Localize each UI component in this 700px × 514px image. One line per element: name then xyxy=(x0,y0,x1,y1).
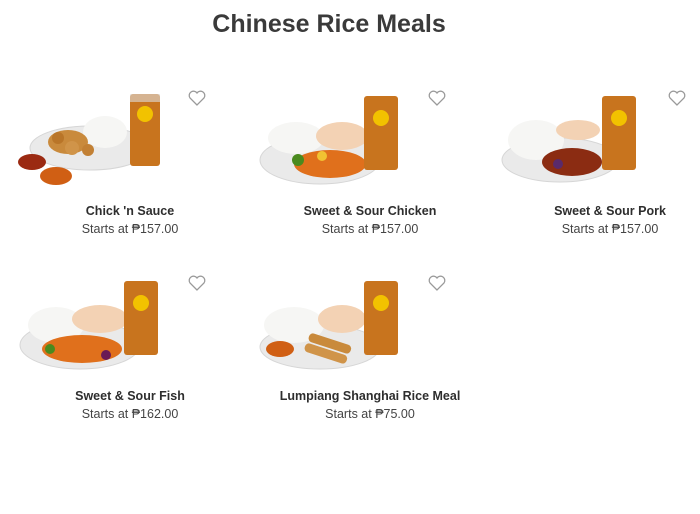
meal-image-chick-n-sauce[interactable] xyxy=(10,90,250,190)
page-title: Chinese Rice Meals xyxy=(212,10,446,38)
favorite-heart-icon[interactable] xyxy=(188,90,206,106)
meal-card-chick-n-sauce[interactable]: Chick 'n Sauce Starts at ₱157.00 xyxy=(10,90,250,250)
meal-card-sweet-sour-fish[interactable]: Sweet & Sour Fish Starts at ₱162.00 xyxy=(10,275,250,435)
meal-card-sweet-sour-pork[interactable]: Sweet & Sour Pork Starts at ₱157.00 xyxy=(490,90,700,250)
meal-name[interactable]: Lumpiang Shanghai Rice Meal xyxy=(250,389,490,403)
meal-card-sweet-sour-chicken[interactable]: Sweet & Sour Chicken Starts at ₱157.00 xyxy=(250,90,490,250)
meal-name[interactable]: Sweet & Sour Chicken xyxy=(250,204,490,218)
meal-card-lumpiang-shanghai[interactable]: Lumpiang Shanghai Rice Meal Starts at ₱7… xyxy=(250,275,490,435)
meal-price: Starts at ₱157.00 xyxy=(81,222,179,236)
meal-image-lumpiang-shanghai[interactable] xyxy=(250,275,490,375)
meal-name[interactable]: Sweet & Sour Fish xyxy=(10,389,250,403)
favorite-heart-icon[interactable] xyxy=(428,275,446,291)
meal-price: Starts at ₱157.00 xyxy=(561,222,659,236)
meal-price: Starts at ₱162.00 xyxy=(81,407,179,421)
favorite-heart-icon[interactable] xyxy=(668,90,686,106)
favorite-heart-icon[interactable] xyxy=(428,90,446,106)
meal-name[interactable]: Chick 'n Sauce xyxy=(10,204,250,218)
meal-name[interactable]: Sweet & Sour Pork xyxy=(490,204,700,218)
meal-image-sweet-sour-fish[interactable] xyxy=(10,275,250,375)
meal-image-sweet-sour-chicken[interactable] xyxy=(250,90,490,190)
meal-price: Starts at ₱157.00 xyxy=(321,222,419,236)
meal-price: Starts at ₱75.00 xyxy=(325,407,415,421)
favorite-heart-icon[interactable] xyxy=(188,275,206,291)
